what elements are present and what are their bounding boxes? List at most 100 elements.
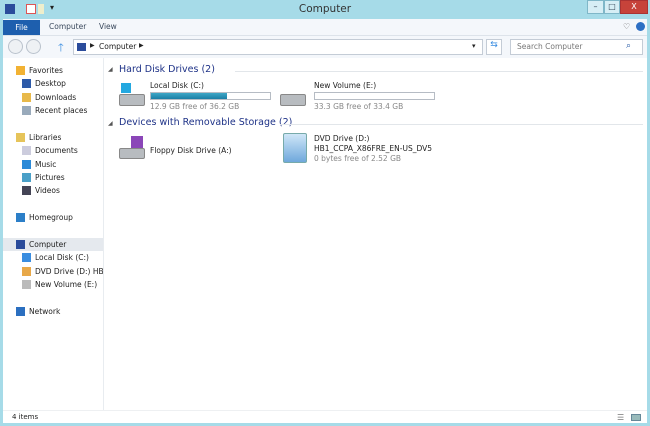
divider bbox=[235, 71, 643, 72]
main-area: Favorites Desktop Downloads Recent places Li… bbox=[3, 58, 647, 410]
sidebar-item-pictures[interactable]: Pictures bbox=[3, 171, 103, 184]
collapse-group-icon[interactable]: ◢ bbox=[108, 120, 113, 127]
help-icon[interactable] bbox=[636, 22, 645, 31]
breadcrumb-separator-icon[interactable]: ▶ bbox=[90, 42, 95, 49]
title-bar: ▾ Computer – □ X bbox=[0, 0, 650, 19]
floppy-drive-icon bbox=[119, 148, 145, 159]
expand-ribbon-icon[interactable]: ♡ bbox=[623, 22, 630, 31]
sidebar-item-label: Music bbox=[35, 160, 57, 169]
sidebar-item-label: Local Disk (C:) bbox=[35, 253, 89, 262]
sidebar-item-local-disk-c[interactable]: Local Disk (C:) bbox=[3, 251, 103, 264]
close-button[interactable]: X bbox=[620, 0, 648, 14]
floppy-disk-icon bbox=[131, 136, 143, 148]
music-icon bbox=[22, 160, 31, 169]
sidebar-item-label: Homegroup bbox=[29, 213, 73, 222]
address-row: 🡑 ▶ Computer ▶ ▾ ⇆ Search Computer ⌕ bbox=[3, 36, 647, 58]
usage-bar bbox=[314, 92, 435, 100]
sidebar-item-music[interactable]: Music bbox=[3, 158, 103, 171]
drive-name: New Volume (E:) bbox=[314, 81, 377, 90]
up-arrow-icon[interactable]: 🡑 bbox=[58, 39, 64, 58]
sidebar-item-favorites[interactable]: Favorites bbox=[3, 64, 103, 77]
desktop-icon bbox=[22, 79, 31, 88]
maximize-button[interactable]: □ bbox=[604, 0, 620, 14]
collapse-group-icon[interactable]: ◢ bbox=[108, 66, 113, 73]
sidebar-item-recent-places[interactable]: Recent places bbox=[3, 104, 103, 117]
drive-space: 0 bytes free of 2.52 GB bbox=[314, 154, 402, 163]
sidebar-item-label: DVD Drive (D:) HB1_ bbox=[35, 267, 103, 276]
address-bar[interactable]: ▶ Computer ▶ ▾ bbox=[73, 39, 483, 55]
computer-icon bbox=[16, 240, 25, 249]
sidebar-item-new-volume-e[interactable]: New Volume (E:) bbox=[3, 278, 103, 291]
ribbon-tabs: File Computer View ♡ bbox=[3, 19, 647, 36]
hard-drive-icon bbox=[119, 94, 145, 106]
drive-tile-c[interactable]: Local Disk (C:) 12.9 GB free of 36.2 GB bbox=[115, 80, 280, 112]
back-button[interactable] bbox=[8, 39, 23, 54]
drive-name: Floppy Disk Drive (A:) bbox=[150, 146, 232, 155]
windows-logo-icon bbox=[121, 83, 131, 93]
search-input[interactable]: Search Computer bbox=[510, 39, 643, 55]
network-icon bbox=[16, 307, 25, 316]
sidebar-item-homegroup[interactable]: Homegroup bbox=[3, 211, 103, 224]
sidebar-item-label: Recent places bbox=[35, 106, 88, 115]
videos-icon bbox=[22, 186, 31, 195]
pictures-icon bbox=[22, 173, 31, 182]
drive-tile-a[interactable]: Floppy Disk Drive (A:) bbox=[115, 133, 280, 165]
sidebar-item-label: Pictures bbox=[35, 173, 65, 182]
address-dropdown-icon[interactable]: ▾ bbox=[472, 42, 476, 50]
sidebar-item-dvd-drive-d-hb1[interactable]: DVD Drive (D:) HB1_ bbox=[3, 265, 103, 278]
sidebar-item-label: New Volume (E:) bbox=[35, 280, 98, 289]
star-icon bbox=[16, 66, 25, 75]
recent-places-icon bbox=[22, 106, 31, 115]
minimize-button[interactable]: – bbox=[587, 0, 604, 14]
sidebar-item-network[interactable]: Network bbox=[3, 305, 103, 318]
drive-name: DVD Drive (D:) bbox=[314, 134, 370, 143]
sidebar-item-documents[interactable]: Documents bbox=[3, 144, 103, 157]
sidebar-item-label: Videos bbox=[35, 186, 60, 195]
sidebar-item-label: Computer bbox=[29, 240, 67, 249]
drive-tile-e[interactable]: New Volume (E:) 33.3 GB free of 33.4 GB bbox=[277, 80, 442, 112]
divider bbox=[280, 124, 643, 125]
search-icon[interactable]: ⌕ bbox=[626, 41, 631, 51]
navigation-pane: Favorites Desktop Downloads Recent places Li… bbox=[3, 58, 104, 410]
sidebar-item-label: Documents bbox=[35, 146, 78, 155]
documents-icon bbox=[22, 146, 31, 155]
sidebar-item-computer[interactable]: Computer bbox=[3, 238, 103, 251]
sidebar-item-label: Favorites bbox=[29, 66, 63, 75]
dvd-drive-icon bbox=[283, 133, 307, 163]
forward-button[interactable] bbox=[26, 39, 41, 54]
sidebar-item-downloads[interactable]: Downloads bbox=[3, 91, 103, 104]
large-icons-view-icon[interactable] bbox=[631, 414, 641, 421]
drive-space: 33.3 GB free of 33.4 GB bbox=[314, 102, 404, 111]
computer-icon bbox=[77, 43, 86, 51]
drive-space: 12.9 GB free of 36.2 GB bbox=[150, 102, 240, 111]
group-title[interactable]: Devices with Removable Storage (2) bbox=[119, 117, 292, 128]
tab-file[interactable]: File bbox=[3, 20, 40, 35]
sidebar-item-label: Desktop bbox=[35, 79, 66, 88]
sidebar-item-libraries[interactable]: Libraries bbox=[3, 131, 103, 144]
sidebar-item-label: Network bbox=[29, 307, 61, 316]
sidebar-item-label: Downloads bbox=[35, 93, 77, 102]
status-bar: 4 items ☰ bbox=[3, 410, 647, 423]
usage-bar bbox=[150, 92, 271, 100]
details-view-icon[interactable]: ☰ bbox=[617, 413, 624, 422]
breadcrumb-chevron-icon[interactable]: ▶ bbox=[139, 42, 144, 49]
libraries-icon bbox=[16, 133, 25, 142]
tab-computer[interactable]: Computer bbox=[41, 19, 94, 34]
drive-tile-d[interactable]: DVD Drive (D:) HB1_CCPA_X86FRE_EN-US_DV5… bbox=[277, 133, 477, 165]
local-disk-icon bbox=[22, 253, 31, 262]
item-count: 4 items bbox=[12, 413, 39, 421]
drive-icon bbox=[22, 280, 31, 289]
group-title[interactable]: Hard Disk Drives (2) bbox=[119, 64, 215, 75]
usage-bar-fill bbox=[151, 93, 228, 99]
refresh-icon[interactable]: ⇆ bbox=[486, 39, 502, 55]
breadcrumb-computer[interactable]: Computer bbox=[99, 42, 136, 51]
homegroup-icon bbox=[16, 213, 25, 222]
sidebar-item-desktop[interactable]: Desktop bbox=[3, 77, 103, 90]
window-title: Computer bbox=[298, 3, 352, 15]
disc-label: HB1_CCPA_X86FRE_EN-US_DV5 bbox=[314, 144, 433, 153]
tab-view[interactable]: View bbox=[91, 19, 125, 34]
sidebar-item-videos[interactable]: Videos bbox=[3, 184, 103, 197]
downloads-icon bbox=[22, 93, 31, 102]
hard-drive-icon bbox=[280, 94, 306, 106]
sidebar-item-label: Libraries bbox=[29, 133, 62, 142]
